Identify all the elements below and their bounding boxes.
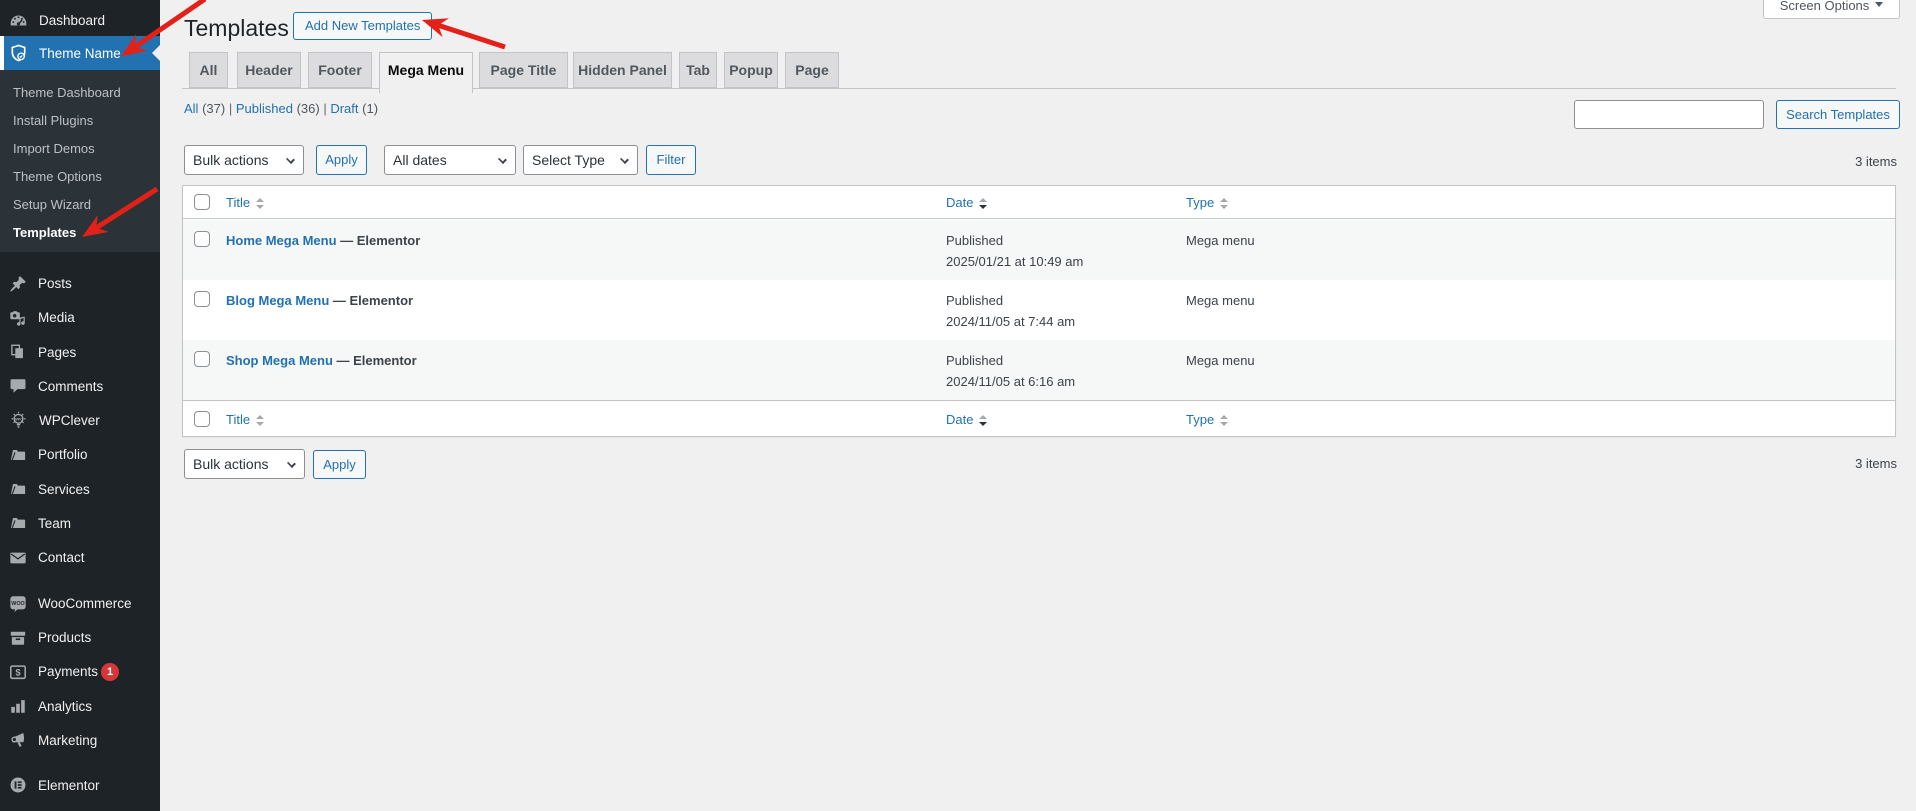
svg-text:$: $ — [15, 668, 21, 679]
svg-text:WPC: WPC — [14, 416, 23, 421]
svg-text:WOO: WOO — [11, 601, 24, 607]
